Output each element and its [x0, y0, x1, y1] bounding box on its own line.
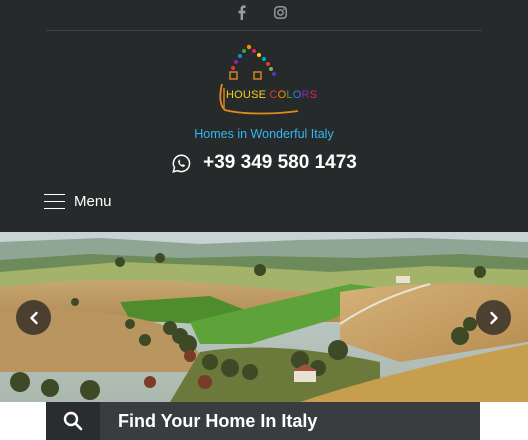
- logo-wordmark: HOUSE COLORS: [226, 89, 317, 101]
- logo-letter: O: [234, 89, 243, 101]
- header-divider: [46, 30, 482, 31]
- logo-letter: O: [277, 89, 287, 101]
- hero-slider: [0, 232, 528, 402]
- home-search-bar[interactable]: Find Your Home In Italy: [46, 402, 480, 440]
- facebook-icon[interactable]: [231, 2, 251, 22]
- house-colors-logo[interactable]: HOUSE COLORS: [212, 44, 317, 118]
- logo-letter: C: [269, 89, 278, 101]
- logo-letter: E: [258, 89, 267, 101]
- logo-letter: U: [242, 89, 252, 101]
- chevron-left-icon: [29, 311, 38, 324]
- logo-letter: S: [251, 89, 259, 101]
- menu-toggle[interactable]: Menu: [44, 193, 112, 210]
- slider-next-button[interactable]: [476, 300, 511, 335]
- landscape-image: [0, 232, 528, 402]
- search-icon: [63, 411, 83, 431]
- logo-letter: O: [292, 89, 302, 101]
- phone-number: +39 349 580 1473: [203, 152, 357, 173]
- slider-prev-button[interactable]: [16, 300, 51, 335]
- search-heading: Find Your Home In Italy: [118, 410, 318, 431]
- search-button[interactable]: [46, 402, 100, 440]
- instagram-icon[interactable]: [270, 2, 290, 22]
- logo-letter: R: [301, 89, 310, 101]
- tagline: Homes in Wonderful Italy: [194, 127, 334, 141]
- social-links: [0, 2, 528, 22]
- whatsapp-icon: [171, 153, 192, 174]
- logo-graphic: [219, 44, 299, 115]
- site-header: HOUSE COLORS Homes in Wonderful Italy +3…: [0, 0, 528, 232]
- logo-letter: H: [226, 89, 235, 101]
- logo-letter: S: [309, 89, 318, 101]
- phone-contact[interactable]: +39 349 580 1473: [0, 152, 528, 174]
- menu-label: Menu: [74, 193, 112, 210]
- chevron-right-icon: [489, 311, 498, 324]
- hamburger-icon: [44, 193, 65, 210]
